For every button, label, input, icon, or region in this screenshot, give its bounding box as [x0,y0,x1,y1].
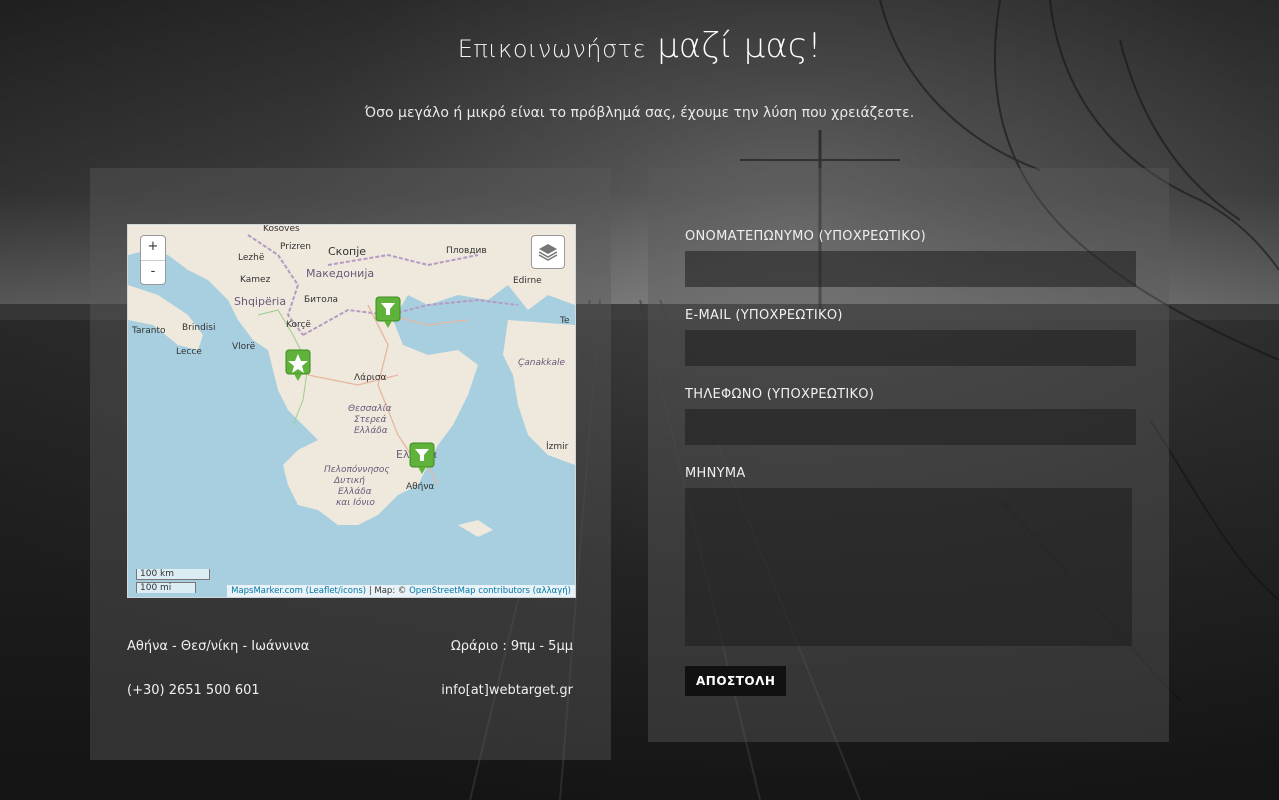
map-label: Πελοπόννησος [324,464,390,475]
map-label: Δυτική [333,476,365,486]
map-label: Lecce [176,347,202,357]
map-label: Shqipëria [234,295,286,308]
cities-text: Αθήνα - Θεσ/νίκη - Ιωάννινα [127,639,310,654]
map-label: Çanakkale [518,358,565,368]
email-text: info[at]webtarget.gr [441,683,573,698]
phone-label: ΤΗΛΕΦΩΝΟ (ΥΠΟΧΡΕΩΤΙΚΟ) [685,387,875,402]
email-label: E-MAIL (ΥΠΟΧΡΕΩΤΙΚΟ) [685,308,843,323]
attribution-link[interactable]: OpenStreetMap contributors [409,586,530,596]
map-label: Vlorë [232,342,256,352]
zoom-in-button[interactable]: + [141,236,165,260]
name-label: ΟΝΟΜΑΤΕΠΩΝΥΜΟ (ΥΠΟΧΡΕΩΤΙΚΟ) [685,229,927,244]
scale-mi: 100 mi [136,582,196,593]
email-field[interactable] [685,330,1136,366]
attribution-link[interactable]: (αλλαγή) [533,586,571,596]
map-label: Македонија [306,267,374,280]
map-label: Ελλάδα [338,487,372,497]
map-label: Αθήνα [406,482,434,492]
map-label: İzmir [546,441,569,452]
map-label: Brindisi [182,323,215,333]
map-label: Λάρισα [354,373,387,383]
phone-text: (+30) 2651 500 601 [127,683,260,698]
map-label: και Ιόνιο [336,497,375,508]
map-label: Kosovës [263,225,300,234]
name-field[interactable] [685,251,1136,287]
page-title: Επικοινωνήστε μαζί μας! [0,26,1279,66]
map-attribution: MapsMarker.com (Leaflet/icons) | Map: © … [227,585,575,597]
zoom-out-button[interactable]: - [141,260,165,284]
attribution-link[interactable]: MapsMarker.com [231,586,303,596]
map-label: Edirne [513,276,542,286]
contact-info-panel: Kosovës Prizren Скопје Пловдив Lezhë Мак… [90,168,611,760]
map-label: Lezhë [238,253,265,263]
map-label: Пловдив [446,246,487,256]
map-label: Te [559,316,570,326]
map-label: Скопје [328,245,366,258]
layers-icon[interactable] [531,235,565,269]
hours-text: Ωράριο : 9πμ - 5μμ [450,639,573,654]
map-label: Taranto [131,326,166,336]
scale-km: 100 km [136,569,210,580]
phone-field[interactable] [685,409,1136,445]
map-label: Битола [304,295,338,305]
title-part2: μαζί μας! [657,26,822,66]
message-label: ΜΗΝΥΜΑ [685,466,746,481]
attribution-text: | Map: © [368,586,407,596]
map-tiles: Kosovës Prizren Скопје Пловдив Lezhë Мак… [128,225,575,537]
map[interactable]: Kosovës Prizren Скопје Пловдив Lezhë Мак… [127,224,576,598]
map-label: Θεσσαλία [348,404,392,414]
map-label: Στερεά [354,415,387,425]
attribution-link[interactable]: (Leaflet/icons) [306,586,367,596]
title-part1: Επικοινωνήστε [457,35,647,63]
contact-form-panel: ΟΝΟΜΑΤΕΠΩΝΥΜΟ (ΥΠΟΧΡΕΩΤΙΚΟ) E-MAIL (ΥΠΟΧ… [648,168,1169,742]
map-label: Korçë [286,320,311,330]
map-label: Prizren [280,242,311,252]
page-subtitle: Όσο μεγάλο ή μικρό είναι το πρόβλημά σας… [364,105,915,121]
map-label: Ελλάδα [354,426,388,436]
zoom-control: + - [140,235,166,285]
map-scale: 100 km 100 mi [136,569,210,593]
submit-button[interactable]: ΑΠΟΣΤΟΛΗ [685,666,787,696]
map-label: Kamez [240,275,271,285]
message-field[interactable] [685,488,1132,646]
